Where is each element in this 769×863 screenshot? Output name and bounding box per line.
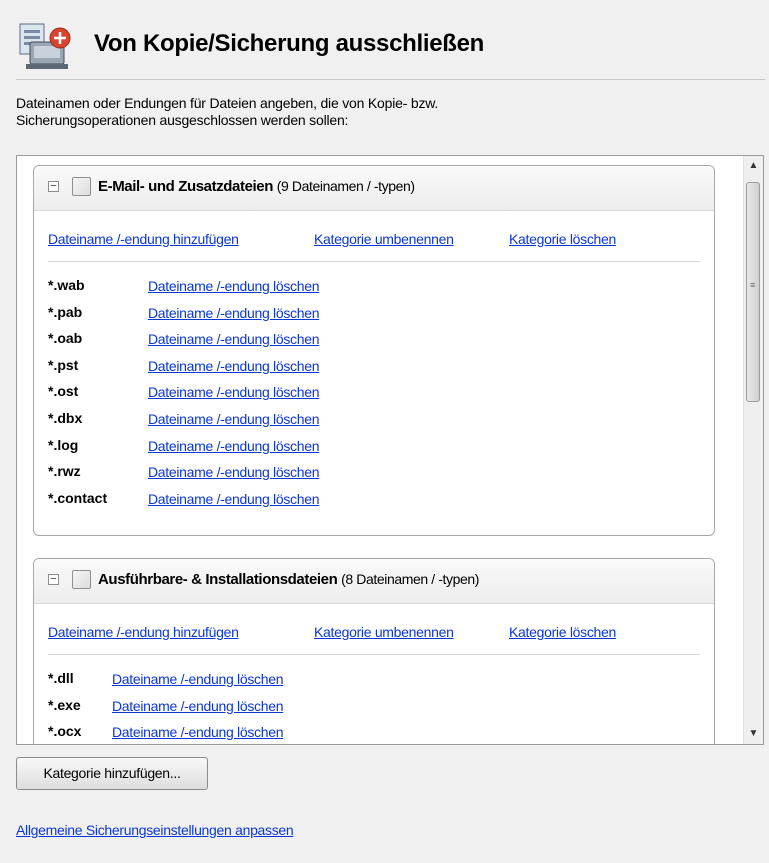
- instructions-line-2: Sicherungsoperationen ausgeschlossen wer…: [16, 112, 349, 128]
- category-title: Ausführbare- & Installationsdateien (8 D…: [98, 571, 479, 588]
- file-extension: *.log: [48, 436, 79, 453]
- file-extension: *.exe: [48, 696, 81, 713]
- rename-category-link[interactable]: Kategorie umbenennen: [314, 624, 454, 640]
- delete-filename-link[interactable]: Dateiname /-endung löschen: [148, 358, 320, 374]
- file-row: *.wab Dateiname /-endung löschen: [34, 274, 714, 301]
- file-extension: *.dll: [48, 670, 74, 686]
- category-title: E-Mail- und Zusatzdateien (9 Dateinamen …: [98, 178, 415, 195]
- exclusion-list[interactable]: − E-Mail- und Zusatzdateien (9 Dateiname…: [16, 155, 764, 745]
- category-checkbox[interactable]: [72, 570, 91, 589]
- collapse-icon[interactable]: −: [48, 574, 59, 585]
- file-extension: *.oab: [48, 330, 83, 347]
- category-name: E-Mail- und Zusatzdateien: [98, 178, 274, 195]
- category-name: Ausführbare- & Installationsdateien: [98, 571, 338, 588]
- file-row: *.ost Dateiname /-endung löschen: [34, 380, 714, 407]
- add-category-button[interactable]: Kategorie hinzufügen...: [16, 757, 208, 790]
- scroll-thumb[interactable]: ≡: [746, 182, 760, 402]
- grip-icon: ≡: [750, 280, 756, 290]
- file-list: *.wab Dateiname /-endung löschen *.pab Dat…: [34, 262, 714, 513]
- delete-filename-link[interactable]: Dateiname /-endung löschen: [148, 278, 320, 294]
- category-header: − Ausführbare- & Installationsdateien (8…: [34, 559, 714, 604]
- file-extension: *.pst: [48, 356, 79, 373]
- file-row: *.pab Dateiname /-endung löschen: [34, 301, 714, 328]
- header-divider: [16, 79, 765, 80]
- file-extension: *.dbx: [48, 409, 83, 426]
- dialog-title: Von Kopie/Sicherung ausschließen: [94, 30, 485, 57]
- instructions-text: Dateinamen oder Endungen für Dateien ang…: [16, 95, 716, 129]
- general-backup-settings-link[interactable]: Allgemeine Sicherungseinstellungen anpas…: [16, 822, 294, 838]
- vertical-scrollbar[interactable]: ▲ ≡ ▼: [743, 156, 763, 744]
- backup-exclude-icon: [16, 20, 72, 72]
- file-row: *.ocx Dateiname /-endung löschen: [34, 720, 714, 744]
- file-extension: *.rwz: [48, 463, 81, 480]
- delete-filename-link[interactable]: Dateiname /-endung löschen: [112, 724, 284, 740]
- delete-filename-link[interactable]: Dateiname /-endung löschen: [148, 464, 320, 480]
- category-count: (8 Dateinamen / -typen): [341, 571, 480, 587]
- category-executable-files: − Ausführbare- & Installationsdateien (8…: [33, 558, 715, 744]
- delete-filename-link[interactable]: Dateiname /-endung löschen: [148, 491, 320, 507]
- delete-filename-link[interactable]: Dateiname /-endung löschen: [148, 438, 320, 454]
- scroll-up-arrow-icon[interactable]: ▲: [744, 156, 763, 176]
- file-extension: *.ocx: [48, 723, 82, 740]
- delete-category-link[interactable]: Kategorie löschen: [509, 624, 616, 640]
- file-row: *.dll Dateiname /-endung löschen: [34, 667, 714, 694]
- delete-category-link[interactable]: Kategorie löschen: [509, 231, 616, 247]
- rename-category-link[interactable]: Kategorie umbenennen: [314, 231, 454, 247]
- add-filename-link[interactable]: Dateiname /-endung hinzufügen: [48, 231, 239, 247]
- collapse-icon[interactable]: −: [48, 181, 59, 192]
- file-extension: *.ost: [48, 383, 79, 400]
- instructions-line-1: Dateinamen oder Endungen für Dateien ang…: [16, 95, 439, 111]
- file-row: *.log Dateiname /-endung löschen: [34, 434, 714, 461]
- category-count: (9 Dateinamen / -typen): [276, 178, 415, 194]
- category-checkbox[interactable]: [72, 177, 91, 196]
- scroll-down-arrow-icon[interactable]: ▼: [744, 724, 763, 744]
- delete-filename-link[interactable]: Dateiname /-endung löschen: [148, 411, 320, 427]
- file-row: *.pst Dateiname /-endung löschen: [34, 354, 714, 381]
- delete-filename-link[interactable]: Dateiname /-endung löschen: [148, 384, 320, 400]
- delete-filename-link[interactable]: Dateiname /-endung löschen: [148, 331, 320, 347]
- file-row: *.contact Dateiname /-endung löschen: [34, 487, 714, 514]
- category-actions: Dateiname /-endung hinzufügen Kategorie …: [48, 604, 700, 655]
- delete-filename-link[interactable]: Dateiname /-endung löschen: [148, 305, 320, 321]
- file-row: *.oab Dateiname /-endung löschen: [34, 327, 714, 354]
- category-actions: Dateiname /-endung hinzufügen Kategorie …: [48, 211, 700, 262]
- category-email-files: − E-Mail- und Zusatzdateien (9 Dateiname…: [33, 165, 715, 536]
- category-header: − E-Mail- und Zusatzdateien (9 Dateiname…: [34, 166, 714, 211]
- file-row: *.exe Dateiname /-endung löschen: [34, 694, 714, 721]
- file-extension: *.contact: [48, 489, 108, 506]
- file-extension: *.wab: [48, 277, 85, 293]
- file-row: *.dbx Dateiname /-endung löschen: [34, 407, 714, 434]
- delete-filename-link[interactable]: Dateiname /-endung löschen: [112, 671, 284, 687]
- file-extension: *.pab: [48, 303, 83, 320]
- file-list: *.dll Dateiname /-endung löschen *.exe Dat…: [34, 655, 714, 744]
- exclusion-list-content: − E-Mail- und Zusatzdateien (9 Dateiname…: [17, 156, 745, 744]
- delete-filename-link[interactable]: Dateiname /-endung löschen: [112, 698, 284, 714]
- add-filename-link[interactable]: Dateiname /-endung hinzufügen: [48, 624, 239, 640]
- file-row: *.rwz Dateiname /-endung löschen: [34, 460, 714, 487]
- dialog-header: Von Kopie/Sicherung ausschließen: [0, 0, 769, 80]
